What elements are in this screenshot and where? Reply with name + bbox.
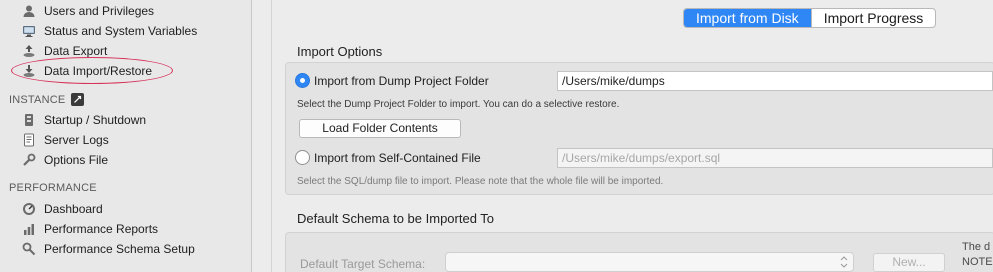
section-header-label: PERFORMANCE [9, 182, 97, 194]
sidebar-item-label: Status and System Variables [44, 24, 198, 38]
self-contained-file-path-field[interactable]: /Users/mike/dumps/export.sql [557, 148, 993, 168]
section-header-label: INSTANCE [9, 93, 66, 106]
sidebar-item-startup-shutdown[interactable]: Startup / Shutdown [22, 111, 146, 129]
sidebar-divider[interactable] [252, 0, 272, 272]
dump-folder-radio[interactable]: Import from Dump Project Folder [295, 73, 489, 88]
select-arrows-icon [840, 256, 848, 268]
sidebar-item-label: Performance Schema Setup [44, 242, 195, 256]
sidebar-item-label: Data Export [44, 44, 108, 58]
instance-section-header: INSTANCE [9, 93, 85, 106]
instance-status-icon [71, 93, 85, 106]
tab-bar: Import from Disk Import Progress [683, 8, 937, 28]
users-icon [22, 4, 36, 18]
export-icon [22, 44, 36, 58]
sidebar: Users and Privileges Status and System V… [0, 0, 252, 272]
reports-icon [22, 222, 36, 236]
sidebar-item-label: Dashboard [44, 202, 103, 216]
dump-folder-radio-label: Import from Dump Project Folder [314, 73, 489, 88]
default-schema-title: Default Schema to be Imported To [297, 211, 495, 226]
sidebar-item-label: Users and Privileges [44, 4, 155, 18]
sidebar-item-options-file[interactable]: Options File [22, 151, 108, 169]
dump-folder-path-field[interactable]: /Users/mike/dumps [557, 71, 993, 91]
sidebar-item-label: Performance Reports [44, 222, 159, 236]
import-options-title: Import Options [297, 44, 383, 59]
monitor-icon [22, 24, 36, 38]
performance-section-header: PERFORMANCE [9, 182, 97, 194]
radio-selected-icon [295, 73, 310, 88]
schema-side-note-line2: NOTE [962, 256, 993, 268]
self-contained-file-radio[interactable]: Import from Self-Contained File [295, 150, 481, 165]
sidebar-item-dashboard[interactable]: Dashboard [22, 200, 103, 218]
wrench-icon [22, 153, 36, 167]
default-target-schema-label: Default Target Schema: [300, 257, 426, 271]
sidebar-item-label: Startup / Shutdown [44, 113, 147, 127]
highlight-ellipse-annotation [11, 57, 173, 84]
default-target-schema-select[interactable] [445, 252, 854, 272]
main-panel: Import from Disk Import Progress Import … [273, 0, 993, 272]
sidebar-item-label: Server Logs [44, 133, 109, 147]
sidebar-item-label: Options File [44, 153, 109, 167]
self-contained-file-hint: Select the SQL/dump file to import. Plea… [297, 176, 664, 187]
self-contained-radio-label: Import from Self-Contained File [314, 150, 481, 165]
sidebar-item-performance-schema-setup[interactable]: Performance Schema Setup [22, 240, 195, 258]
load-folder-contents-button[interactable]: Load Folder Contents [299, 119, 461, 138]
schema-setup-icon [22, 242, 36, 256]
dump-folder-hint: Select the Dump Project Folder to import… [297, 99, 620, 110]
tab-import-progress[interactable]: Import Progress [810, 9, 936, 27]
dashboard-icon [22, 202, 36, 216]
sidebar-item-server-logs[interactable]: Server Logs [22, 131, 109, 149]
log-icon [22, 133, 36, 147]
schema-side-note-line1: The d [962, 241, 991, 253]
sidebar-item-performance-reports[interactable]: Performance Reports [22, 220, 158, 238]
sidebar-item-status-and-system-variables[interactable]: Status and System Variables [22, 22, 197, 40]
sidebar-item-users-and-privileges[interactable]: Users and Privileges [22, 2, 154, 20]
tab-import-from-disk[interactable]: Import from Disk [684, 9, 811, 27]
radio-unselected-icon [295, 150, 310, 165]
power-icon [22, 113, 36, 127]
new-schema-button[interactable]: New... [873, 253, 945, 272]
